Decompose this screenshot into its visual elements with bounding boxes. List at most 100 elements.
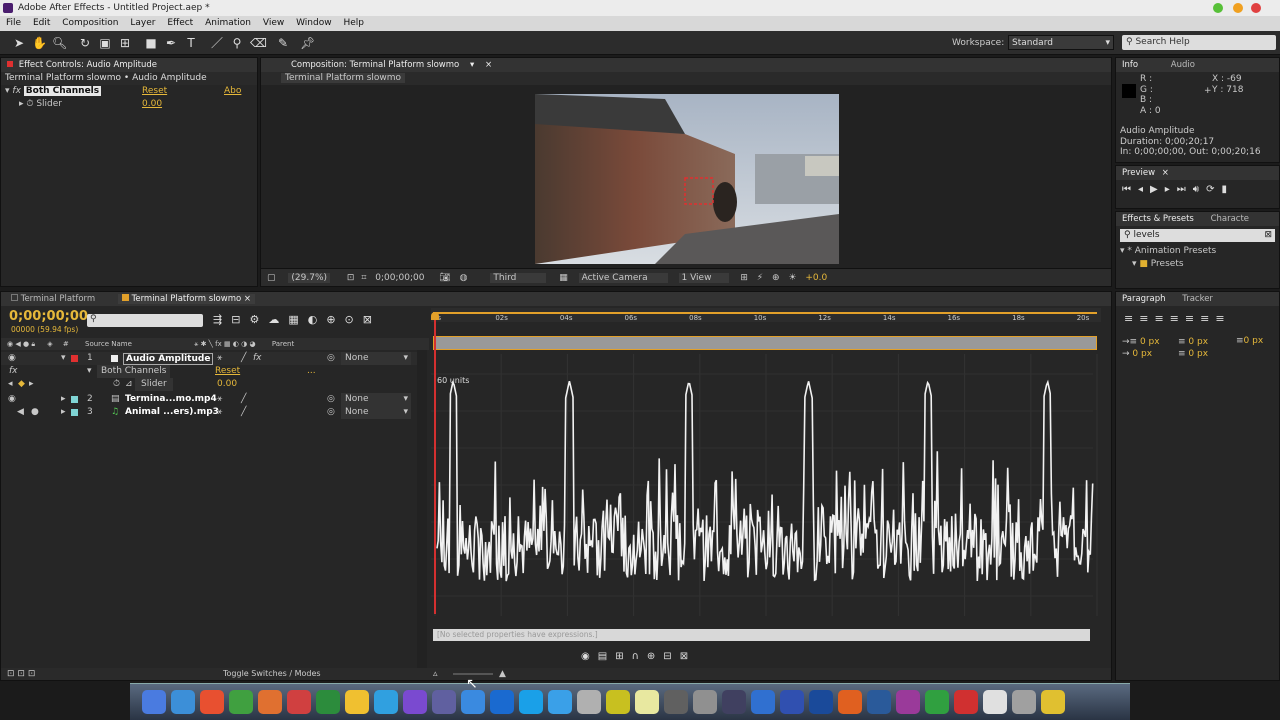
fx-icon[interactable]: fx <box>12 86 21 96</box>
dock-app-icon[interactable] <box>635 690 659 714</box>
playhead-handle[interactable] <box>431 312 439 320</box>
disclosure-triangle-icon[interactable]: ▸ <box>61 406 66 419</box>
flowchart-icon[interactable]: ⊕ <box>772 273 780 283</box>
justify-right-icon[interactable]: ≡ <box>1200 312 1215 325</box>
fx-icon[interactable]: fx <box>9 365 18 378</box>
add-keyframe-icon[interactable]: ◆ <box>18 378 25 391</box>
snapshot-icon[interactable]: 📷︎ <box>439 273 450 283</box>
camera-tool-icon[interactable]: ▣ <box>98 36 112 50</box>
slider-value[interactable]: 0.00 <box>217 378 237 391</box>
region-of-interest-icon[interactable]: ▢ <box>267 273 276 283</box>
choose-property-icon[interactable]: ◉ <box>581 651 598 662</box>
dock-app-icon[interactable] <box>316 690 340 714</box>
dock-app-icon[interactable] <box>693 690 717 714</box>
dock-app-icon[interactable] <box>548 690 572 714</box>
transparency-grid-icon[interactable]: ▦ <box>559 273 568 283</box>
close-window-icon[interactable] <box>1251 3 1261 13</box>
label-color-icon[interactable] <box>71 355 78 362</box>
pen-tool-icon[interactable]: ✒ <box>164 36 178 50</box>
graph-icon[interactable]: ⊿ <box>125 378 133 391</box>
fast-previews-icon[interactable]: ⚡ <box>757 273 763 283</box>
dock-app-icon[interactable] <box>258 690 282 714</box>
menu-animation[interactable]: Animation <box>205 16 251 31</box>
stopwatch-icon[interactable]: ⏱ <box>113 378 120 391</box>
camera-snapshot-icon[interactable]: ⌗ <box>361 273 366 283</box>
hide-shy-icon[interactable]: ☁ <box>268 313 288 326</box>
indent-left-value[interactable]: 0 px <box>1140 337 1160 347</box>
dock-app-icon[interactable] <box>867 690 891 714</box>
dock-app-icon[interactable] <box>345 690 369 714</box>
fit-icon[interactable]: ⊡ <box>347 273 355 283</box>
eraser-tool-icon[interactable]: ⌫ <box>250 36 267 50</box>
menu-layer[interactable]: Layer <box>130 16 155 31</box>
tab-character[interactable]: Characte <box>1211 214 1249 224</box>
dock-app-icon[interactable] <box>925 690 949 714</box>
reset-button[interactable]: Reset <box>142 85 167 98</box>
dock-app-icon[interactable] <box>954 690 978 714</box>
audio-icon[interactable]: 🔊︎ <box>1193 184 1206 195</box>
dock-app-icon[interactable] <box>722 690 746 714</box>
previous-keyframe-icon[interactable]: ◂ <box>8 378 13 391</box>
pickwhip-icon[interactable]: ◎ <box>327 352 335 365</box>
rectangle-tool-icon[interactable]: ■ <box>144 36 158 50</box>
slider-row[interactable]: ◂ ◆ ▸ ⏱ ⊿ Slider 0.00 <box>1 378 417 391</box>
clone-stamp-tool-icon[interactable]: ⚲ <box>230 36 244 50</box>
menu-effect[interactable]: Effect <box>167 16 193 31</box>
align-left-icon[interactable]: ≡ <box>1124 312 1139 325</box>
dock-app-icon[interactable] <box>142 690 166 714</box>
pickwhip-icon[interactable]: ◎ <box>327 406 335 419</box>
hand-tool-icon[interactable]: ✋ <box>32 36 47 50</box>
shy-switch-icon[interactable]: ⚹ <box>217 393 222 406</box>
toggle-pixel-aspect-icon[interactable]: ⊞ <box>740 273 748 283</box>
time-ruler[interactable]: 0s02s04s06s08s10s12s14s16s18s20s <box>431 308 1101 322</box>
dock-app-icon[interactable] <box>461 690 485 714</box>
brush-tool-icon[interactable]: ／ <box>210 36 224 50</box>
dock-app-icon[interactable] <box>287 690 311 714</box>
zoom-select[interactable]: (29.7%) <box>288 273 331 283</box>
exposure-value[interactable]: +0.0 <box>805 273 827 283</box>
separate-dimensions-icon[interactable]: ⊠ <box>680 651 696 662</box>
frame-blending-icon[interactable]: ▦ <box>288 313 307 326</box>
tab-composition[interactable]: Composition: Terminal Platform slowmo ▾ … <box>261 58 1111 72</box>
quality-switch-icon[interactable]: ╱ <box>241 393 246 406</box>
shy-switch-icon[interactable]: ⚹ <box>217 406 222 419</box>
search-help-field[interactable]: ⚲ Search Help <box>1122 35 1276 50</box>
label-color-icon[interactable] <box>71 396 78 403</box>
tab-paragraph[interactable]: Paragraph <box>1122 294 1166 304</box>
dock-app-icon[interactable] <box>519 690 543 714</box>
disclosure-triangle-icon[interactable]: ▸ <box>61 393 66 406</box>
layer-duration-bar[interactable] <box>433 336 1097 350</box>
workspace-select[interactable]: Standard ▾ <box>1008 35 1114 50</box>
view-layout-select[interactable]: 1 View <box>678 273 730 283</box>
dock-app-icon[interactable] <box>1012 690 1036 714</box>
tab-terminal-platform[interactable]: Terminal Platform <box>21 294 95 304</box>
video-switch-icon[interactable]: ◉ <box>7 340 13 348</box>
audio-switch-icon[interactable]: ◀ <box>15 340 20 348</box>
close-icon[interactable]: × <box>485 60 492 70</box>
menu-composition[interactable]: Composition <box>62 16 118 31</box>
dock-app-icon[interactable] <box>896 690 920 714</box>
effects-search-field[interactable]: ⚲ levels ⊠ <box>1120 229 1275 242</box>
parent-select[interactable]: None ▾ <box>341 393 411 406</box>
align-right-icon[interactable]: ≡ <box>1154 312 1169 325</box>
layer-row[interactable]: ◀ ● ▸ 3 ♫ Animal ...ers).mp3 ⚹ ╱ ◎ None ▾ <box>1 406 417 419</box>
layer-name[interactable]: Termina...mo.mp4 <box>125 393 217 406</box>
puppet-pin-tool-icon[interactable]: 📌︎ <box>300 36 315 50</box>
layer-scrollbar[interactable] <box>417 350 427 668</box>
exposure-icon[interactable]: ☀ <box>788 273 796 283</box>
disclosure-triangle-icon[interactable]: ▾ <box>87 365 92 378</box>
zoom-tool-icon[interactable]: 🔍︎ <box>52 36 67 50</box>
tab-preview[interactable]: Preview × <box>1116 166 1279 180</box>
type-tool-icon[interactable]: T <box>184 36 198 50</box>
minimize-window-icon[interactable] <box>1233 3 1243 13</box>
dock-app-icon[interactable] <box>200 690 224 714</box>
eye-icon[interactable]: ◉ <box>8 352 16 365</box>
draft-3d-icon[interactable]: ⚙ <box>249 313 268 326</box>
fit-selection-icon[interactable]: ⊕ <box>647 651 663 662</box>
play-icon[interactable]: ▶ <box>1150 184 1165 195</box>
dock-app-icon[interactable] <box>780 690 804 714</box>
dock-app-icon[interactable] <box>403 690 427 714</box>
about-button[interactable]: Abo <box>224 85 241 98</box>
amplitude-graph[interactable] <box>431 354 1101 616</box>
justify-left-icon[interactable]: ≡ <box>1170 312 1185 325</box>
